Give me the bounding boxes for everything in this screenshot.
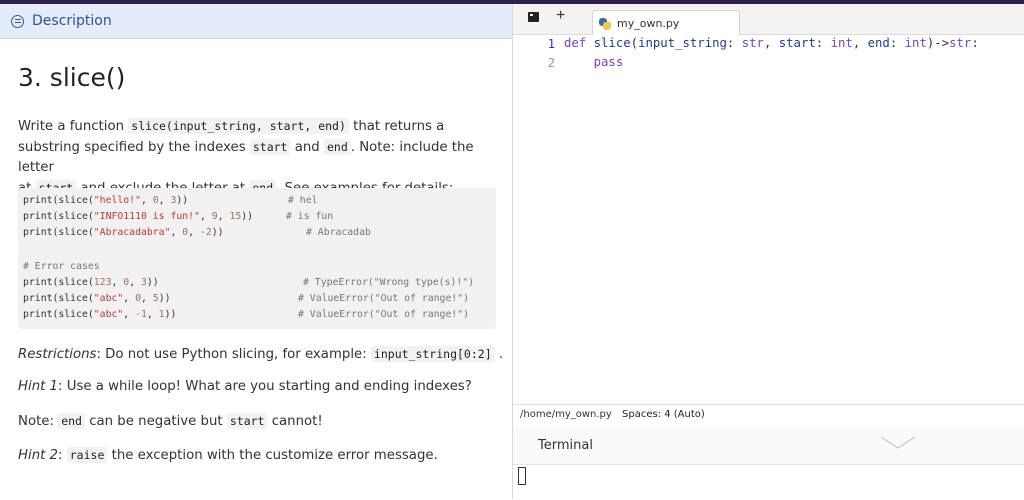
- editor-tab-bar: [513, 4, 1024, 35]
- code-comment: # TypeError("Wrong type(s)!"): [303, 277, 475, 288]
- inline-code: end: [58, 413, 85, 429]
- status-indentation[interactable]: Spaces: 4 (Auto): [622, 409, 705, 420]
- inline-code: input_string[0:2]: [370, 346, 495, 362]
- inline-code: raise: [66, 447, 108, 463]
- chevron-down-icon[interactable]: [880, 436, 916, 450]
- terminal-area[interactable]: [513, 464, 1024, 500]
- restrictions-text: Restrictions: Do not use Python slicing,…: [18, 346, 504, 362]
- description-icon: [11, 14, 24, 28]
- line-number: 2: [547, 56, 555, 70]
- hint-1-text: Hint 1: Use a while loop! What are you s…: [18, 379, 472, 394]
- code-line: print(slice("hello!", 0, 3)): [23, 195, 189, 206]
- terminal-cursor: [518, 467, 526, 485]
- code-line: print(slice("abc", -1, 1)): [23, 309, 177, 320]
- code-line: print(slice("INFO1110 is fun!", 9, 15)): [23, 211, 259, 222]
- code-line: print(slice(123, 0, 3)): [23, 277, 159, 288]
- hint-2-text: Hint 2: raise the exception with the cus…: [18, 447, 438, 463]
- code-comment: # Abracadab: [306, 227, 371, 238]
- description-header-label: Description: [32, 13, 112, 29]
- code-editor[interactable]: [513, 35, 1024, 404]
- code-comment: # hel: [288, 195, 318, 206]
- status-file-path: /home/my_own.py: [520, 409, 612, 420]
- problem-intro: Write a function slice(input_string, sta…: [18, 116, 498, 199]
- inline-code: slice(input_string, start, end): [128, 118, 349, 134]
- description-tab-header[interactable]: Description: [0, 4, 512, 39]
- code-line: print(slice("abc", 0, 5)): [23, 293, 171, 304]
- code-comment: # ValueError("Out of range!"): [298, 309, 470, 320]
- inline-code: start: [249, 139, 291, 155]
- python-icon: [599, 17, 611, 30]
- terminal-tab-label[interactable]: Terminal: [538, 438, 593, 453]
- code-comment: # Error cases: [23, 261, 100, 272]
- tab-label: my_own.py: [617, 17, 680, 30]
- code-comment: # ValueError("Out of range!"): [298, 293, 470, 304]
- problem-title: 3. slice(): [18, 63, 126, 92]
- new-tab-button[interactable]: +: [556, 7, 565, 25]
- file-browser-icon[interactable]: [528, 12, 539, 22]
- inline-code: start: [226, 413, 268, 429]
- editor-line-1[interactable]: def slice(input_string: str, start: int,…: [564, 36, 979, 50]
- inline-code: end: [323, 139, 351, 155]
- editor-line-2[interactable]: pass: [564, 55, 624, 69]
- example-code-block: print(slice("hello!", 0, 3)) # hel print…: [18, 188, 496, 329]
- note-text: Note: end can be negative but start cann…: [18, 413, 323, 429]
- tab-my-own-py[interactable]: my_own.py: [592, 10, 740, 36]
- code-comment: # is fun: [286, 211, 334, 222]
- code-line: print(slice("Abracadabra", 0, -2)): [23, 227, 224, 238]
- line-number: 1: [547, 37, 555, 51]
